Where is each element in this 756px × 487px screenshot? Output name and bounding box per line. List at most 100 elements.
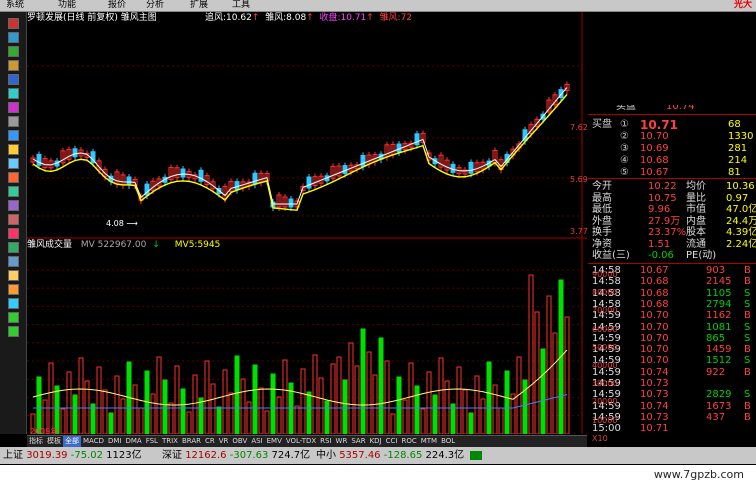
tool2-icon[interactable] (8, 228, 19, 239)
watermark: www.7gpzb.com (653, 468, 744, 481)
volume-bar (108, 412, 114, 434)
list-icon[interactable] (8, 32, 19, 43)
volume-chart-header: 雏风成交量 MV 522967.00 ↓ MV5:5945 (27, 239, 226, 251)
divider (588, 263, 756, 264)
price-chart-header: 罗顿发展(日线 前复权) 雏风主图 (27, 12, 163, 24)
volume-bar (486, 361, 492, 434)
menu-item-function[interactable]: 功能 (58, 0, 76, 11)
volume-bar (546, 295, 552, 434)
link-icon[interactable] (8, 270, 19, 281)
volume-bar (468, 412, 474, 434)
tab-emv[interactable]: EMV (265, 436, 284, 447)
volume-bar (216, 406, 222, 434)
folder-icon[interactable] (8, 144, 19, 155)
tab-kdj[interactable]: KDJ (368, 436, 384, 447)
tab-wr[interactable]: WR (334, 436, 350, 447)
volume-bar (408, 362, 414, 434)
tab-模板[interactable]: 模板 (45, 436, 63, 447)
volume-bar (174, 365, 180, 434)
volume-bar (138, 407, 144, 434)
chart-title: 罗顿发展(日线 前复权) 雏风主图 (27, 13, 157, 23)
status-zx[interactable]: 中小 5357.46 -128.65 224.3亿 (316, 447, 464, 464)
low-price-marker: 4.08 ⟶ (106, 219, 138, 228)
chart-icon[interactable] (8, 46, 19, 57)
buy-row: ③ 10.69 281 (620, 143, 748, 154)
up-arrow-icon[interactable] (8, 312, 19, 323)
volume-bar (504, 370, 510, 434)
menu-item-quote[interactable]: 报价 (108, 0, 126, 11)
buy-row: 买盘 ① 10.71 68 (592, 118, 741, 132)
tab-全部[interactable]: 全部 (63, 436, 81, 447)
filter-icon[interactable] (8, 200, 19, 211)
volume-bar (48, 362, 54, 434)
tab-asi[interactable]: ASI (249, 436, 264, 447)
volume-axis-label: 10000 (592, 415, 618, 425)
index-status-bar: 上证 3019.39 -75.02 1123亿 深证 12162.6 -307.… (0, 447, 756, 464)
status-sz[interactable]: 深证 12162.6 -307.63 724.7亿 (162, 447, 310, 464)
price-axis-label: 7.62 (570, 123, 588, 132)
tab-bol[interactable]: BOL (439, 436, 457, 447)
bars-icon[interactable] (8, 74, 19, 85)
indicator-zhuifeng: 追风:10.62↑ (205, 13, 260, 23)
calc-icon[interactable] (8, 116, 19, 127)
down-arrow-icon[interactable] (8, 326, 19, 337)
tab-指标[interactable]: 指标 (27, 436, 45, 447)
tab-sar[interactable]: SAR (349, 436, 367, 447)
tab-dmi[interactable]: DMI (106, 436, 124, 447)
tab-dma[interactable]: DMA (123, 436, 143, 447)
buy-row: ② 10.70 1330 (620, 131, 754, 142)
volume-bar (456, 366, 462, 434)
menu-item-analysis[interactable]: 分析 (146, 0, 164, 11)
tab-macd[interactable]: MACD (81, 436, 106, 447)
menu-item-system[interactable]: 系统 (6, 0, 24, 11)
tab-fsl[interactable]: FSL (144, 436, 160, 447)
volume-bar (120, 398, 126, 434)
tab-vr[interactable]: VR (217, 436, 231, 447)
candle-body (36, 153, 42, 166)
volume-bar (72, 394, 78, 434)
tab-roc[interactable]: ROC (399, 436, 418, 447)
menu-item-extend[interactable]: 扩展 (190, 0, 208, 11)
grid2-icon[interactable] (8, 242, 19, 253)
volume-bar (462, 389, 468, 434)
home-icon[interactable] (8, 18, 19, 29)
tab-vol-tdx[interactable]: VOL-TDX (284, 436, 318, 447)
tool-icon[interactable] (8, 214, 19, 225)
grid-icon[interactable] (8, 60, 19, 71)
move-icon[interactable] (8, 298, 19, 309)
volume-bar (114, 375, 120, 434)
news-icon[interactable] (8, 158, 19, 169)
info-icon[interactable] (8, 130, 19, 141)
bars3-icon[interactable] (8, 102, 19, 113)
tab-trix[interactable]: TRIX (160, 436, 180, 447)
volume-bar (438, 357, 444, 434)
status-sh[interactable]: 上证 3019.39 -75.02 1123亿 (3, 447, 142, 464)
pen-icon[interactable] (8, 284, 19, 295)
candle-body (288, 198, 294, 208)
volume-bar (330, 363, 336, 434)
quote-row: 最低 9.96 市值 47.0亿 (592, 204, 756, 215)
bars2-icon[interactable] (8, 88, 19, 99)
volume-bar (66, 371, 72, 434)
tab-brar[interactable]: BRAR (180, 436, 203, 447)
divider (588, 178, 756, 179)
candle-body (234, 181, 240, 191)
tab-obv[interactable]: OBV (230, 436, 249, 447)
volume-bar (150, 393, 156, 434)
doc-icon[interactable] (8, 256, 19, 267)
volume-bar (312, 354, 318, 434)
volume-bar (564, 316, 570, 434)
tab-cci[interactable]: CCI (384, 436, 400, 447)
volume-bar (540, 348, 546, 434)
search-icon[interactable] (8, 186, 19, 197)
volume-bar (318, 377, 324, 434)
volume-bar (270, 373, 276, 434)
tab-cr[interactable]: CR (203, 436, 217, 447)
alarm-icon[interactable] (8, 172, 19, 183)
tab-rsi[interactable]: RSI (318, 436, 333, 447)
volume-bar (60, 408, 66, 434)
candle-body (360, 154, 366, 167)
quote-row: 收益(三) -0.06 PE(动) (592, 250, 717, 261)
menu-item-tools[interactable]: 工具 (232, 0, 250, 11)
tab-mtm[interactable]: MTM (419, 436, 439, 447)
